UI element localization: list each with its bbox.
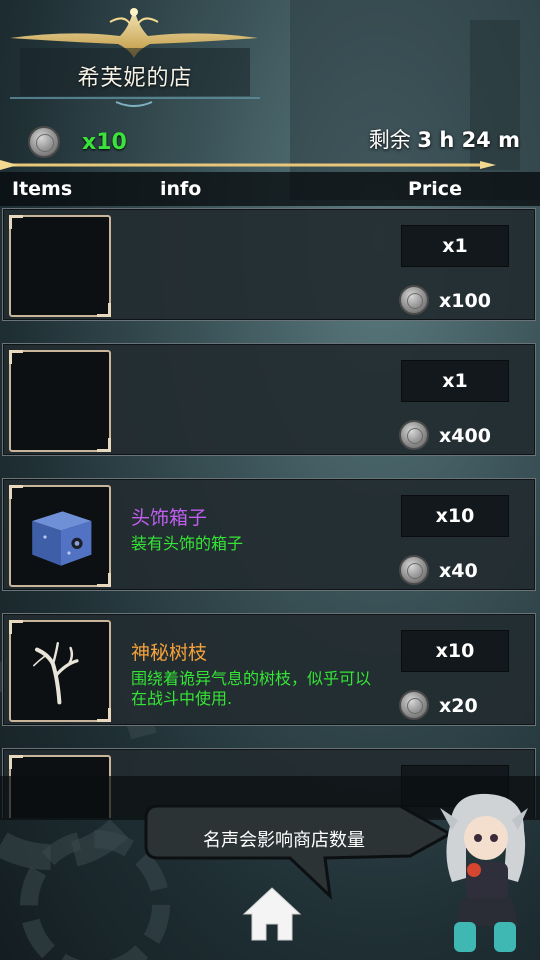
item-name: 头饰箱子 [131, 507, 208, 529]
column-info: info [160, 178, 202, 200]
home-icon[interactable] [240, 882, 304, 946]
shop-item-row[interactable]: 头饰箱子 装有头饰的箱子 x10 x40 [2, 478, 536, 591]
shop-item-row[interactable]: x1 x400 [2, 343, 536, 456]
shop-item-row[interactable]: x1 x100 [2, 208, 536, 321]
buy-quantity-button[interactable]: x10 [401, 630, 509, 672]
silver-coin-icon [399, 690, 429, 720]
buy-quantity-button[interactable]: x1 [401, 225, 509, 267]
silver-coin-icon [399, 555, 429, 585]
timer-value: 3 h 24 m [417, 128, 520, 152]
shopkeeper-npc[interactable] [432, 786, 536, 956]
timer-label: 剩余 [368, 128, 411, 152]
blue-box-icon [32, 511, 92, 566]
item-slot[interactable] [9, 620, 111, 722]
item-description: 围绕着诡异气息的树枝，似乎可以在战斗中使用. [131, 669, 372, 708]
item-slot[interactable] [9, 485, 111, 587]
item-name: 神秘树枝 [131, 642, 208, 664]
buy-quantity-button[interactable]: x10 [401, 495, 509, 537]
item-slot-empty[interactable] [9, 215, 111, 317]
silver-coin-icon [399, 420, 429, 450]
price-value: x20 [439, 695, 478, 717]
currency-count: x10 [82, 130, 127, 155]
title-plaque [10, 8, 260, 107]
shop-item-list[interactable]: x1 x100 x1 x400 头饰箱子 装有头饰的箱子 x10 x40 神秘树… [0, 208, 540, 818]
column-items: Items [12, 178, 73, 200]
buy-quantity-button[interactable]: x1 [401, 360, 509, 402]
column-price: Price [408, 178, 462, 200]
white-branch-icon [33, 642, 79, 705]
shop-title: 希芙妮的店 [77, 66, 193, 91]
header-divider [0, 160, 496, 170]
price-value: x100 [439, 290, 491, 312]
restock-timer: 剩余 3 h 24 m [369, 124, 520, 154]
silver-coin-icon [399, 285, 429, 315]
item-description: 装有头饰的箱子 [131, 534, 244, 553]
item-slot-empty[interactable] [9, 350, 111, 452]
shop-screen: 希芙妮的店 x10 剩余 3 h 24 m Items info Price x… [0, 0, 540, 960]
price-value: x40 [439, 560, 478, 582]
silver-coin-icon [28, 126, 60, 158]
column-header: Items info Price [0, 172, 540, 206]
speech-text: 名声会影响商店数量 [203, 830, 365, 851]
price-value: x400 [439, 425, 491, 447]
shop-item-row[interactable]: 神秘树枝 围绕着诡异气息的树枝，似乎可以在战斗中使用. x10 x20 [2, 613, 536, 726]
